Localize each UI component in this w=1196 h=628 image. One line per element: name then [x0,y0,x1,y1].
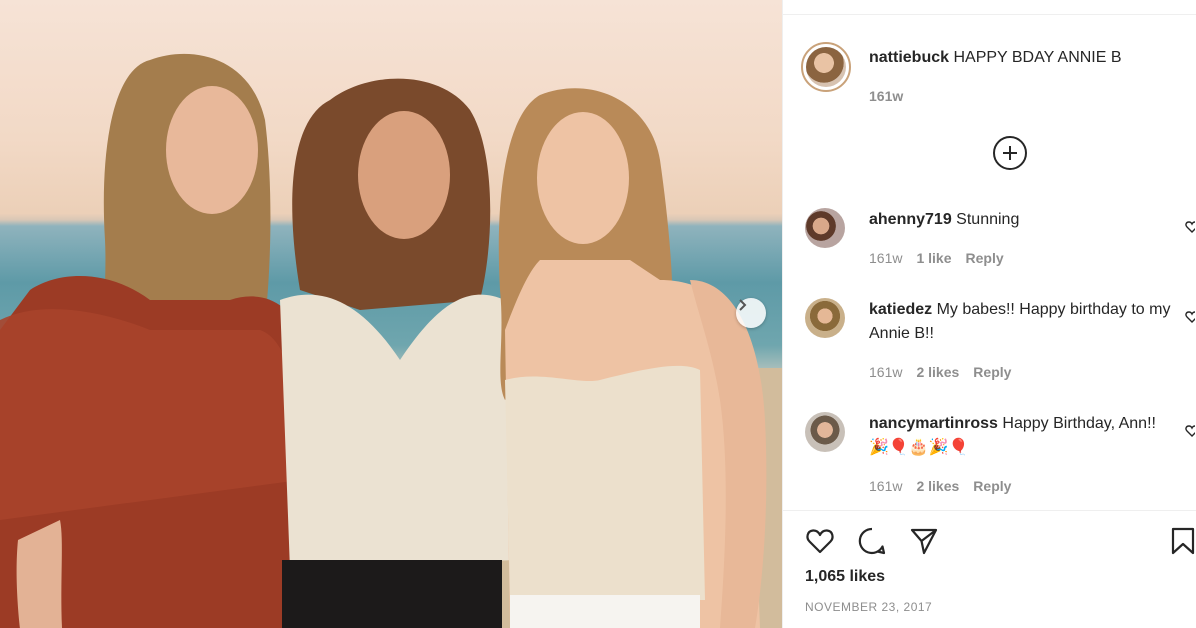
commenter-avatar[interactable] [805,412,845,452]
heart-icon [1185,425,1195,437]
load-more-comments-button[interactable] [993,136,1027,170]
commenter-username[interactable]: ahenny719 [869,211,952,228]
bookmark-icon [1171,527,1195,555]
post-sidebar: nattiebuck HAPPY BDAY ANNIE B 161w ahenn… [782,0,1196,628]
comment-meta: 161w 1 like Reply [869,250,1004,266]
comment-likes[interactable]: 2 likes [916,364,959,380]
comment-item: ahenny719 Stunning 161w 1 like Reply [783,204,1196,274]
heart-icon [1185,311,1195,323]
comment-like-button[interactable] [1185,220,1195,234]
comment-age[interactable]: 161w [869,364,902,380]
chevron-right-icon [739,299,747,311]
paper-plane-icon [910,528,938,555]
comment-likes[interactable]: 1 like [916,250,951,266]
reply-button[interactable]: Reply [966,250,1004,266]
comment-age[interactable]: 161w [869,250,902,266]
caption-meta: 161w [869,88,903,104]
post-caption: nattiebuck HAPPY BDAY ANNIE B 161w [783,40,1196,110]
share-button[interactable] [907,524,941,558]
comment-text: katiedez My babes!! Happy birthday to my… [869,298,1175,346]
like-button[interactable] [803,524,837,558]
divider [783,510,1196,511]
plus-circle-icon [1003,146,1017,160]
comment-item: katiedez My babes!! Happy birthday to my… [783,294,1196,390]
comment-age[interactable]: 161w [869,478,902,494]
comment-like-button[interactable] [1185,424,1195,438]
comment-bubble-icon [858,527,886,555]
comment-likes[interactable]: 2 likes [916,478,959,494]
reply-button[interactable]: Reply [973,478,1011,494]
comment-meta: 161w 2 likes Reply [869,478,1011,494]
post-photo[interactable] [0,0,782,628]
heart-icon [1185,221,1195,233]
commenter-avatar[interactable] [805,208,845,248]
caption-body: HAPPY BDAY ANNIE B [953,49,1122,66]
comment-button[interactable] [855,524,889,558]
comment-body: Stunning [956,211,1020,228]
heart-icon [806,529,834,554]
comment-text: ahenny719 Stunning [869,208,1175,232]
caption-age[interactable]: 161w [869,88,903,104]
comment-text: nancymartinross Happy Birthday, Ann!! 🎉🎈… [869,412,1175,460]
divider [783,14,1196,15]
comment-like-button[interactable] [1185,310,1195,324]
commenter-username[interactable]: katiedez [869,301,932,318]
author-avatar[interactable] [801,42,851,92]
save-button[interactable] [1167,524,1196,558]
photo-illustration [0,53,782,628]
commenter-avatar[interactable] [805,298,845,338]
caption-text: nattiebuck HAPPY BDAY ANNIE B [869,46,1175,70]
reply-button[interactable]: Reply [973,364,1011,380]
author-username[interactable]: nattiebuck [869,49,949,66]
comment-meta: 161w 2 likes Reply [869,364,1011,380]
likes-count[interactable]: 1,065 likes [805,568,885,586]
commenter-username[interactable]: nancymartinross [869,415,998,432]
comment-item: nancymartinross Happy Birthday, Ann!! 🎉🎈… [783,408,1196,504]
next-photo-button[interactable] [736,298,766,328]
post-date[interactable]: NOVEMBER 23, 2017 [805,600,932,614]
